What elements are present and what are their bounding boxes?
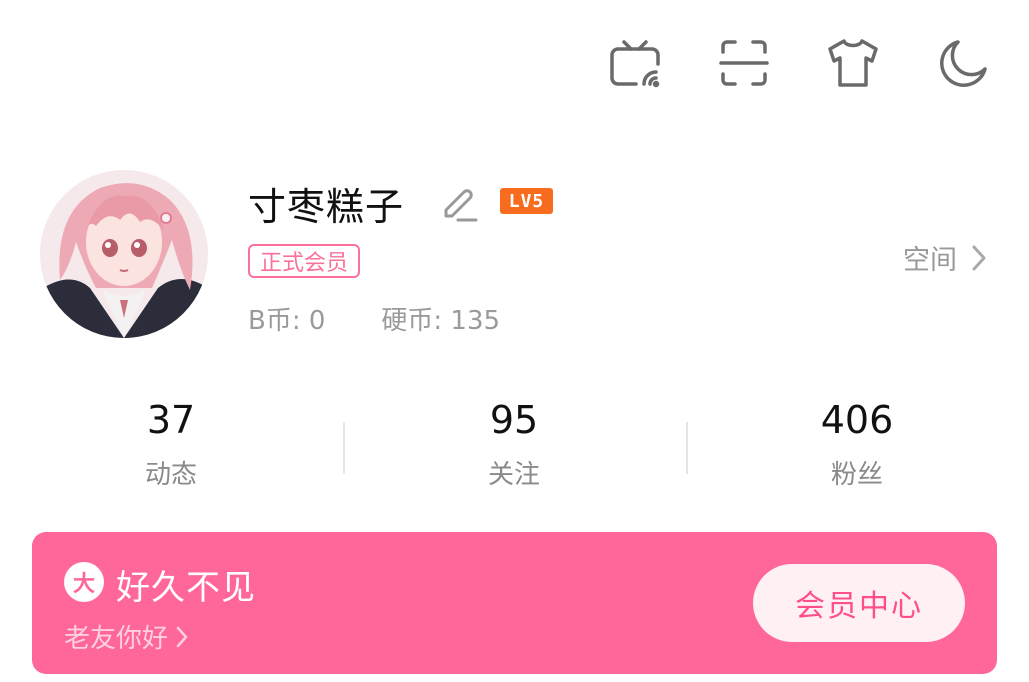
stat-followers[interactable]: 406 粉丝 <box>757 398 957 491</box>
vip-banner[interactable]: 大 好久不见 老友你好 会员中心 <box>32 532 997 674</box>
stat-value: 37 <box>146 398 196 442</box>
avatar-image <box>40 170 208 338</box>
chevron-right-icon <box>972 245 986 270</box>
vip-title: 好久不见 <box>116 568 256 608</box>
vip-subtitle: 老友你好 <box>64 624 169 654</box>
username: 寸枣糕子 <box>248 185 405 229</box>
vip-center-button[interactable]: 会员中心 <box>753 564 965 642</box>
space-label: 空间 <box>903 245 957 276</box>
stat-value: 406 <box>820 398 894 442</box>
stat-label: 动态 <box>144 460 197 490</box>
stat-label: 关注 <box>487 460 540 490</box>
top-toolbar <box>555 34 991 92</box>
moon-icon[interactable] <box>933 34 991 92</box>
divider <box>686 422 688 474</box>
scan-icon[interactable] <box>715 34 773 92</box>
coins-row: B币: 0 硬币: 135 <box>248 300 500 337</box>
level-badge: LV5 <box>500 188 553 214</box>
stat-value: 95 <box>489 398 539 442</box>
stats-row: 37 动态 95 关注 406 粉丝 <box>0 398 1029 508</box>
vip-badge-icon: 大 <box>64 562 104 602</box>
chevron-right-icon <box>176 626 188 647</box>
avatar[interactable] <box>40 170 208 338</box>
b-coin-balance: B币: 0 <box>248 306 326 336</box>
tshirt-icon[interactable] <box>824 34 882 92</box>
stat-posts[interactable]: 37 动态 <box>71 398 271 491</box>
vip-subtitle-link[interactable]: 老友你好 <box>64 618 188 655</box>
stat-following[interactable]: 95 关注 <box>414 398 614 491</box>
hard-coin-balance: 硬币: 135 <box>381 306 501 336</box>
member-status-tag: 正式会员 <box>248 244 361 278</box>
stat-label: 粉丝 <box>830 460 883 490</box>
space-link[interactable]: 空间 <box>903 238 987 277</box>
divider <box>343 422 345 474</box>
edit-pencil-icon[interactable] <box>438 182 478 222</box>
tv-cast-icon[interactable] <box>606 34 664 92</box>
